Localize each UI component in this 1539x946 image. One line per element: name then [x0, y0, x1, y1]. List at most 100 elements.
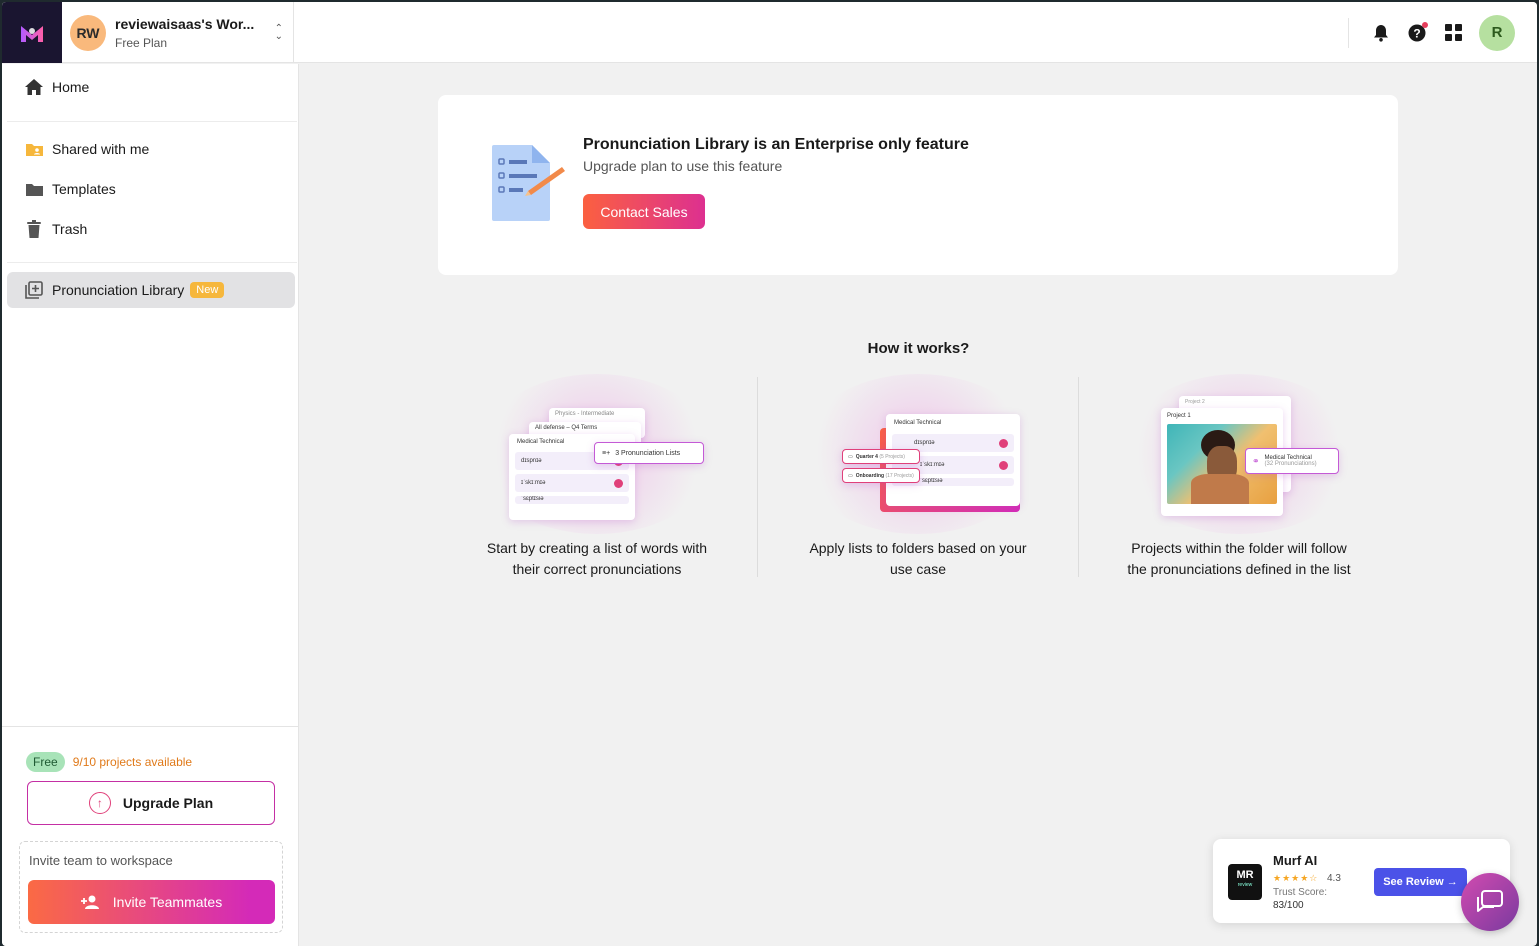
word-label: ɪˈskɪːmɪə [920, 462, 945, 468]
word-row: ˈsɛptɪsiə [515, 496, 629, 504]
chip-sub: (17 Projects) [885, 472, 914, 479]
sidebar-item-shared[interactable]: Shared with me [7, 131, 295, 167]
sidebar-footer: Free 9/10 projects available ↑ Upgrade P… [2, 726, 299, 946]
invite-teammates-button[interactable]: Invite Teammates [28, 880, 275, 924]
step-description-line: Apply lists to folders based on your [809, 540, 1027, 556]
chip-label: 3 Pronunciation Lists [615, 449, 681, 457]
logo-sub: review [1237, 882, 1253, 888]
feature-subtitle: Upgrade plan to use this feature [583, 158, 783, 174]
contact-sales-button[interactable]: Contact Sales [583, 194, 705, 229]
trash-icon [24, 219, 44, 239]
workspace-plan: Free Plan [115, 35, 168, 50]
chat-icon [1477, 890, 1503, 912]
pronunciation-lists-chip: ≡+ 3 Pronunciation Lists [594, 442, 704, 464]
how-step-2: Medical Technical dɪspnɪə ɪˈskɪːmɪə ˈsɛp… [778, 374, 1058, 580]
word-label: ˈsɛptɪsiə [521, 496, 544, 502]
folder-icon: ▭ [848, 472, 853, 479]
play-icon [999, 460, 1008, 470]
new-badge: New [190, 282, 225, 298]
review-rating: 4.3 [1327, 873, 1341, 884]
sidebar-item-label: Pronunciation Library [52, 282, 185, 298]
medical-technical-chip: ⚭ Medical Technical (32 Pronunciations) [1245, 448, 1339, 474]
step-description-line: use case [889, 561, 947, 577]
feature-title: Pronunciation Library is an Enterprise o… [583, 136, 969, 153]
star-rating-icon: ★★★★☆ [1273, 873, 1319, 883]
sidebar-item-label: Templates [52, 181, 116, 197]
see-review-button[interactable]: See Review → [1374, 868, 1467, 896]
mr-review-logo: MR review [1228, 864, 1262, 900]
step-description-line: Start by creating a list of words with [486, 540, 708, 556]
divider [7, 121, 297, 122]
plan-badge: Free [26, 752, 65, 772]
play-icon [999, 438, 1008, 448]
app-window: RW reviewaisaas's Wor... Free Plan ⌃ ⌄ ? … [2, 2, 1537, 946]
trust-label: Trust Score: [1273, 887, 1328, 898]
sidebar: Home Shared with me Templates Trash Pron… [2, 64, 299, 946]
sidebar-item-home[interactable]: Home [7, 69, 295, 105]
chip-label: Quarter 4 [855, 453, 878, 460]
how-step-3: Project 2 Project 1 ⚭ Medical Technical(… [1099, 374, 1379, 580]
word-label: dɪspnɪə [914, 440, 935, 446]
divider [7, 262, 297, 263]
folder-icon [24, 179, 44, 199]
step-description-line: the pronunciations defined in the list [1127, 561, 1351, 577]
trust-score: 83/100 [1273, 900, 1304, 911]
chip-sub: (5 Projects) [879, 453, 905, 460]
home-icon [24, 77, 44, 97]
top-bar: RW reviewaisaas's Wor... Free Plan ⌃ ⌄ ? … [2, 2, 1537, 63]
divider [1348, 17, 1349, 48]
projects-available: 9/10 projects available [72, 755, 193, 769]
library-add-icon [24, 280, 44, 300]
upgrade-plan-button[interactable]: ↑ Upgrade Plan [27, 781, 275, 825]
folder-icon: ▭ [848, 453, 853, 460]
svg-text:?: ? [1413, 26, 1420, 40]
invite-teammates-label: Invite Teammates [112, 894, 223, 910]
step-1-illustration: Physics - Intermediate All defense – Q4 … [457, 374, 737, 534]
workspace-avatar: RW [70, 14, 106, 51]
list-add-icon: ≡+ [602, 449, 611, 457]
chevron-updown-icon: ⌃ ⌄ [274, 23, 283, 42]
word-label: ɪˈskɪːmɪə [521, 480, 546, 486]
murf-logo-icon[interactable] [2, 2, 62, 63]
document-list-illustration [490, 143, 566, 226]
workspace-name: reviewaisaas's Wor... [115, 15, 255, 32]
link-icon: ⚭ [1252, 455, 1260, 466]
sidebar-item-pronunciation-library[interactable]: Pronunciation Library New [7, 272, 295, 308]
sidebar-item-label: Shared with me [52, 141, 150, 157]
help-icon[interactable]: ? [1399, 15, 1435, 51]
apps-grid-icon[interactable] [1435, 15, 1471, 51]
folder-chip-onboarding: ▭ Onboarding (17 Projects) [842, 468, 920, 483]
sidebar-item-trash[interactable]: Trash [7, 211, 295, 247]
sidebar-item-templates[interactable]: Templates [7, 171, 295, 207]
column-divider [1078, 377, 1079, 577]
step-description-line: Projects within the folder will follow [1131, 540, 1347, 556]
sidebar-item-label: Trash [52, 221, 88, 237]
step-description: Projects within the folder will follow t… [1099, 538, 1379, 580]
how-step-1: Physics - Intermediate All defense – Q4 … [457, 374, 737, 580]
review-product-name: Murf AI [1273, 853, 1318, 868]
chat-button[interactable] [1461, 873, 1519, 931]
step-description-line: their correct pronunciations [512, 561, 682, 577]
how-it-works-title: How it works? [867, 340, 970, 357]
step-description: Apply lists to folders based on your use… [778, 538, 1058, 580]
shared-folder-icon [24, 139, 44, 159]
word-label: dɪspnɪə [521, 458, 542, 464]
column-divider [757, 377, 758, 577]
folder-chip-quarter: ▭ Quarter 4 (5 Projects) [842, 449, 920, 464]
arrow-up-circle-icon: ↑ [88, 792, 111, 814]
shoulders-shape [1191, 474, 1249, 504]
invite-label: Invite team to workspace [29, 853, 173, 868]
project-card-title: Project 1 [1167, 413, 1191, 419]
workspace-switcher[interactable]: RW reviewaisaas's Wor... Free Plan ⌃ ⌄ [62, 2, 294, 63]
notification-dot [1422, 21, 1428, 28]
add-person-icon [80, 895, 99, 909]
word-label: ˈsɛptɪsiə [920, 478, 943, 484]
invite-box: Invite team to workspace Invite Teammate… [19, 841, 283, 933]
step-3-illustration: Project 2 Project 1 ⚭ Medical Technical(… [1099, 374, 1379, 534]
word-row: ɪˈskɪːmɪə [515, 474, 629, 492]
bell-icon[interactable] [1363, 15, 1399, 51]
user-avatar[interactable]: R [1479, 14, 1515, 51]
chip-sub: (32 Pronunciations) [1264, 461, 1317, 467]
upgrade-plan-label: Upgrade Plan [122, 795, 214, 811]
play-icon [614, 478, 623, 488]
